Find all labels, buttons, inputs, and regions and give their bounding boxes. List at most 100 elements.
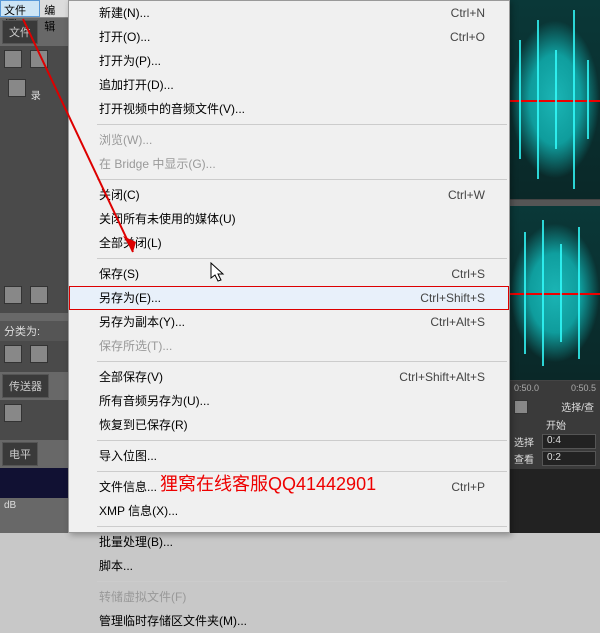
select-value[interactable]: 0:4 xyxy=(542,434,596,449)
menu-item-shortcut: Ctrl+Alt+S xyxy=(430,314,485,330)
file-menu-dropdown: 新建(N)... Ctrl+N 打开(O)... Ctrl+O 打开为(P)... 追加打… xyxy=(68,0,510,533)
menu-item-label: XMP 信息(X)... xyxy=(99,503,178,519)
play-icon[interactable] xyxy=(4,286,22,304)
menu-separator xyxy=(97,179,507,180)
menu-item[interactable]: 关闭(C) Ctrl+W xyxy=(69,183,509,207)
record-row[interactable]: 录 xyxy=(2,75,66,104)
time-mark: 0:50.0 xyxy=(514,383,539,393)
start-header-row: 开始 xyxy=(512,416,598,433)
menu-item-label: 恢复到已保存(R) xyxy=(99,417,188,433)
menu-item-label: 关闭(C) xyxy=(99,187,140,203)
menu-item: 保存所选(T)... xyxy=(69,334,509,358)
menu-item-label: 打开为(P)... xyxy=(99,53,161,69)
menu-item-label: 打开(O)... xyxy=(99,29,150,45)
menu-item[interactable]: XMP 信息(X)... xyxy=(69,499,509,523)
waveform-track-1[interactable] xyxy=(510,0,600,200)
menu-item-label: 批量处理(B)... xyxy=(99,534,173,550)
menu-item-label: 转储虚拟文件(F) xyxy=(99,589,186,605)
menu-item[interactable]: 打开为(P)... xyxy=(69,49,509,73)
sidebar: 文件(F) 编辑 文件 录 分类为: 传送器 电平 dB xyxy=(0,0,68,533)
menu-item-label: 浏览(W)... xyxy=(99,132,152,148)
selection-tab[interactable]: 选择/查 xyxy=(557,397,598,416)
trash-icon[interactable] xyxy=(30,286,48,304)
menu-item-shortcut: Ctrl+Shift+S xyxy=(420,290,485,306)
new-file-icon[interactable] xyxy=(4,50,22,68)
panel-tab-level[interactable]: 电平 xyxy=(2,442,38,466)
menu-item-shortcut: Ctrl+P xyxy=(451,479,485,495)
category-label: 分类为: xyxy=(0,321,68,341)
menu-separator xyxy=(97,581,507,582)
menu-file[interactable]: 文件(F) xyxy=(0,0,40,17)
menu-item-label: 另存为副本(Y)... xyxy=(99,314,185,330)
view-label: 查看 xyxy=(514,451,542,466)
files-panel: 录 xyxy=(0,46,68,313)
select-label: 选择 xyxy=(514,434,542,449)
menu-item-shortcut: Ctrl+Shift+Alt+S xyxy=(399,369,485,385)
menu-item[interactable]: 管理临时存储区文件夹(M)... xyxy=(69,609,509,633)
menu-item[interactable]: 打开(O)... Ctrl+O xyxy=(69,25,509,49)
panel-tab-transport[interactable]: 传送器 xyxy=(2,374,49,398)
menu-item-label: 新建(N)... xyxy=(99,5,150,21)
category-icons xyxy=(0,341,68,372)
menu-item-shortcut: Ctrl+S xyxy=(451,266,485,282)
waveform-track-2[interactable] xyxy=(510,206,600,381)
menu-separator xyxy=(97,124,507,125)
waveform-area: 0:50.0 0:50.5 选择/查 开始 选择 0:4 查看 0:2 xyxy=(510,0,600,533)
menu-item[interactable]: 保存(S) Ctrl+S xyxy=(69,262,509,286)
menu-item[interactable]: 关闭所有未使用的媒体(U) xyxy=(69,207,509,231)
cat-icon-1[interactable] xyxy=(4,345,22,363)
menu-item[interactable]: 所有音频另存为(U)... xyxy=(69,389,509,413)
menu-item-label: 导入位图... xyxy=(99,448,157,464)
menu-item-label: 在 Bridge 中显示(G)... xyxy=(99,156,216,172)
menu-item-label: 关闭所有未使用的媒体(U) xyxy=(99,211,236,227)
watermark-text: 狸窝在线客服QQ41442901 xyxy=(160,470,376,496)
menu-item-label: 打开视频中的音频文件(V)... xyxy=(99,101,245,117)
view-row: 查看 0:2 xyxy=(512,450,598,467)
menu-item-label: 另存为(E)... xyxy=(99,290,161,306)
menu-item-shortcut: Ctrl+N xyxy=(451,5,485,21)
menu-item[interactable]: 脚本... xyxy=(69,554,509,578)
menu-item-label: 保存所选(T)... xyxy=(99,338,172,354)
menu-separator xyxy=(97,440,507,441)
menu-separator xyxy=(97,526,507,527)
menu-item-label: 全部保存(V) xyxy=(99,369,163,385)
menu-item[interactable]: 追加打开(D)... xyxy=(69,73,509,97)
menu-item[interactable]: 导入位图... xyxy=(69,444,509,468)
menu-separator xyxy=(97,258,507,259)
menu-item-label: 所有音频另存为(U)... xyxy=(99,393,210,409)
menu-item: 转储虚拟文件(F) xyxy=(69,585,509,609)
cat-icon-2[interactable] xyxy=(30,345,48,363)
menu-item[interactable]: 打开视频中的音频文件(V)... xyxy=(69,97,509,121)
menu-item: 在 Bridge 中显示(G)... xyxy=(69,152,509,176)
menubar: 文件(F) 编辑 xyxy=(0,0,68,18)
selection-play-icon[interactable] xyxy=(514,400,528,414)
level-meter xyxy=(0,468,68,498)
panel-tab-files[interactable]: 文件 xyxy=(2,20,38,44)
select-row: 选择 0:4 xyxy=(512,433,598,450)
transport-panel xyxy=(0,400,68,440)
menu-item[interactable]: 恢复到已保存(R) xyxy=(69,413,509,437)
menu-item-label: 管理临时存储区文件夹(M)... xyxy=(99,613,247,629)
menu-item-label: 追加打开(D)... xyxy=(99,77,174,93)
menu-item[interactable]: 另存为(E)... Ctrl+Shift+S xyxy=(69,286,509,310)
menu-item-label: 保存(S) xyxy=(99,266,139,282)
menu-item[interactable]: 另存为副本(Y)... Ctrl+Alt+S xyxy=(69,310,509,334)
menu-item[interactable]: 批量处理(B)... xyxy=(69,530,509,554)
view-value[interactable]: 0:2 xyxy=(542,451,596,466)
menu-separator xyxy=(97,361,507,362)
menu-item: 浏览(W)... xyxy=(69,128,509,152)
record-icon[interactable] xyxy=(8,79,26,97)
db-label: dB xyxy=(0,498,68,513)
menu-edit[interactable]: 编辑 xyxy=(40,0,68,17)
menu-item[interactable]: 全部关闭(L) xyxy=(69,231,509,255)
timeline-ruler: 0:50.0 0:50.5 xyxy=(510,381,600,395)
transport-play-icon[interactable] xyxy=(4,404,22,422)
menu-item-shortcut: Ctrl+O xyxy=(450,29,485,45)
time-mark: 0:50.5 xyxy=(571,383,596,393)
menu-item[interactable]: 全部保存(V) Ctrl+Shift+Alt+S xyxy=(69,365,509,389)
open-file-icon[interactable] xyxy=(30,50,48,68)
menu-item-shortcut: Ctrl+W xyxy=(448,187,485,203)
menu-item-label: 文件信息... xyxy=(99,479,157,495)
menu-item-label: 脚本... xyxy=(99,558,133,574)
menu-item[interactable]: 新建(N)... Ctrl+N xyxy=(69,1,509,25)
